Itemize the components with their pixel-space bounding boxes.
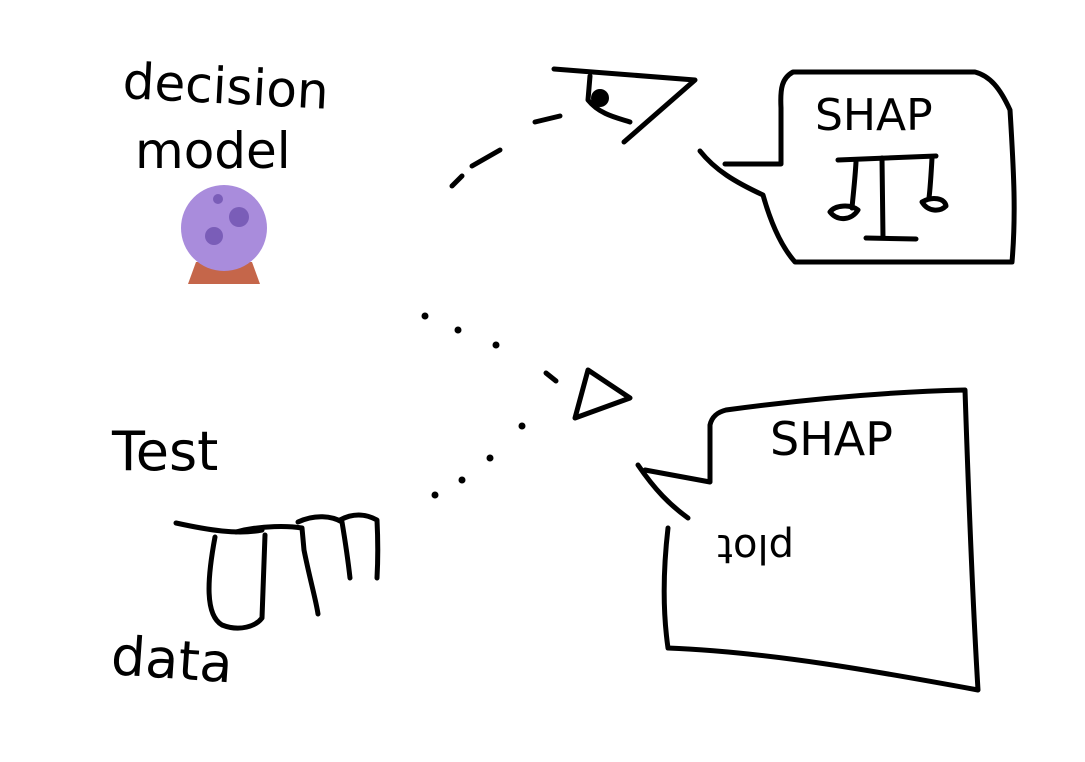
model-label-line1: decision: [121, 52, 330, 121]
bubble-bottom-subtitle: plot: [717, 525, 794, 571]
eye-icon-top: [551, 66, 698, 145]
test-label-line2: data: [109, 624, 235, 695]
model-label-line2: model: [135, 122, 291, 180]
balance-scale-icon: [827, 153, 949, 242]
test-label-line1: Test: [111, 420, 218, 483]
dotted-connector-bottom: [421, 312, 559, 499]
database-stack-icon: [173, 512, 381, 631]
shap-sketch-diagram: decision model Test data SHAP SHAP plot: [109, 52, 1017, 695]
speech-bubble-bottom: SHAP plot: [635, 387, 981, 693]
bubble-top-title: SHAP: [815, 90, 933, 141]
dashed-connector-top: [449, 113, 563, 189]
crystal-ball-icon: [181, 185, 267, 284]
speech-bubble-top: SHAP: [697, 69, 1017, 265]
bubble-bottom-title: SHAP: [770, 412, 893, 466]
eye-icon-bottom: [572, 367, 633, 421]
